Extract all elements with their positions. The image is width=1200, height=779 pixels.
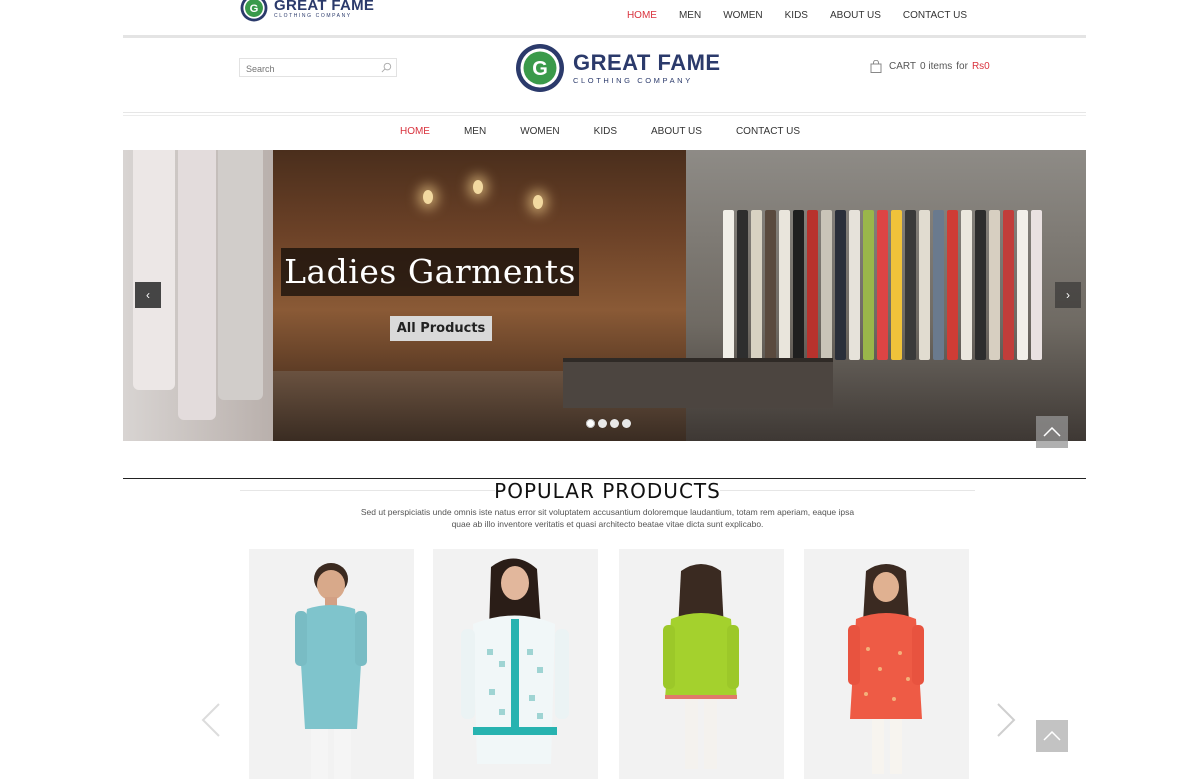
slide-photo-garment (947, 210, 958, 360)
slide-photo-garment (723, 210, 734, 360)
top-bar: G GREAT FAME CLOTHING COMPANY HOME MEN W… (0, 0, 1200, 36)
product-card[interactable] (249, 549, 414, 779)
slide-photo-garment (1003, 210, 1014, 360)
slide-photo-garment (1017, 210, 1028, 360)
chevron-up-icon (1043, 427, 1061, 437)
slide-photo-bench (563, 358, 833, 408)
nav-kids[interactable]: KIDS (594, 126, 617, 137)
nav-women[interactable]: WOMEN (520, 126, 559, 137)
section-description: Sed ut perspiciatis unde omnis iste natu… (360, 507, 855, 529)
slide-photo-garment (779, 210, 790, 360)
slide-photo-garment (765, 210, 776, 360)
slide-photo-garment (133, 150, 175, 390)
slide-photo-garment (751, 210, 762, 360)
top-nav-women[interactable]: WOMEN (723, 10, 762, 21)
slide-photo-garment (891, 210, 902, 360)
top-divider (123, 35, 1086, 38)
all-products-button[interactable]: All Products (390, 316, 492, 341)
brand-tagline: CLOTHING COMPANY (573, 75, 693, 85)
scroll-to-top-button[interactable] (1036, 720, 1068, 752)
shopping-bag-icon (870, 60, 882, 73)
slide-photo-garment (989, 210, 1000, 360)
slider-dot-3[interactable] (610, 419, 619, 428)
top-bar-logo[interactable]: G GREAT FAME CLOTHING COMPANY (240, 0, 374, 22)
slider-pagination (586, 419, 631, 428)
main-nav: HOME MEN WOMEN KIDS ABOUT US CONTACT US (0, 126, 1200, 137)
slide-photo-lamp (423, 190, 433, 204)
slide-photo-garment (178, 150, 216, 420)
cart-label: CART (889, 61, 917, 72)
scroll-to-top-button[interactable] (1036, 416, 1068, 448)
product-card[interactable] (619, 549, 784, 779)
cart-item-count: 0 items (920, 61, 953, 72)
slide-photo-garment (863, 210, 874, 360)
slide-photo-garment (849, 210, 860, 360)
nav-about-us[interactable]: ABOUT US (651, 126, 702, 137)
main-logo[interactable]: G GREAT FAME CLOTHING COMPANY (515, 43, 721, 93)
svg-text:G: G (532, 58, 548, 80)
nav-home[interactable]: HOME (400, 126, 430, 137)
top-nav-kids[interactable]: KIDS (785, 10, 808, 21)
slide-photo-garment (835, 210, 846, 360)
slide-photo-garment (919, 210, 930, 360)
top-nav-home[interactable]: HOME (627, 10, 657, 21)
cart-summary[interactable]: CART 0 items for Rs0 (870, 60, 994, 73)
slide-photo-garment (793, 210, 804, 360)
slide-photo-lamp (533, 195, 543, 209)
carousel-next-chevron-icon[interactable] (996, 703, 1016, 737)
hero-slider-image (123, 150, 1086, 441)
nav-contact-us[interactable]: CONTACT US (736, 126, 800, 137)
slide-title: Ladies Garments (281, 248, 579, 296)
header-divider (123, 112, 1086, 113)
slider-prev-button[interactable]: ‹ (135, 282, 161, 308)
search-box (239, 58, 397, 78)
section-title: POPULAR PRODUCTS (494, 479, 721, 503)
top-nav: HOME MEN WOMEN KIDS ABOUT US CONTACT US (627, 10, 967, 21)
cart-for-text: for (956, 61, 968, 72)
brand-g-logo-icon: G (516, 44, 564, 92)
slide-photo-garment (877, 210, 888, 360)
svg-text:G: G (250, 3, 259, 15)
slide-photo-garment (975, 210, 986, 360)
brand-name: GREAT FAME (573, 49, 721, 75)
cart-amount: Rs0 (971, 61, 990, 72)
product-image (848, 564, 924, 774)
slide-photo-garment (933, 210, 944, 360)
top-brand-name: GREAT FAME (274, 0, 375, 14)
slide-photo-garment (905, 210, 916, 360)
product-image (663, 564, 739, 769)
slide-photo-lamp (473, 180, 483, 194)
slide-photo-garment (1031, 210, 1042, 360)
slider-dot-1[interactable] (586, 419, 595, 428)
chevron-up-icon (1043, 731, 1061, 741)
search-icon[interactable] (381, 62, 392, 73)
slide-photo-garment (821, 210, 832, 360)
slider-dot-2[interactable] (598, 419, 607, 428)
slide-photo-garment (961, 210, 972, 360)
top-nav-contact-us[interactable]: CONTACT US (903, 10, 967, 21)
slide-photo-garment (737, 210, 748, 360)
search-input[interactable] (240, 60, 375, 78)
slider-next-button[interactable]: › (1055, 282, 1081, 308)
nav-men[interactable]: MEN (464, 126, 486, 137)
carousel-prev-chevron-icon[interactable] (201, 703, 221, 737)
product-card[interactable] (804, 549, 969, 779)
slide-photo-garment (218, 150, 263, 400)
brand-g-logo-icon: G (240, 0, 268, 22)
product-image (295, 563, 367, 779)
top-nav-men[interactable]: MEN (679, 10, 701, 21)
slider-dot-4[interactable] (622, 419, 631, 428)
product-image (461, 558, 569, 764)
slide-photo-garment (807, 210, 818, 360)
product-card[interactable] (433, 549, 598, 779)
header-divider (123, 115, 1086, 116)
top-nav-about-us[interactable]: ABOUT US (830, 10, 881, 21)
top-brand-tagline: CLOTHING COMPANY (274, 12, 352, 19)
